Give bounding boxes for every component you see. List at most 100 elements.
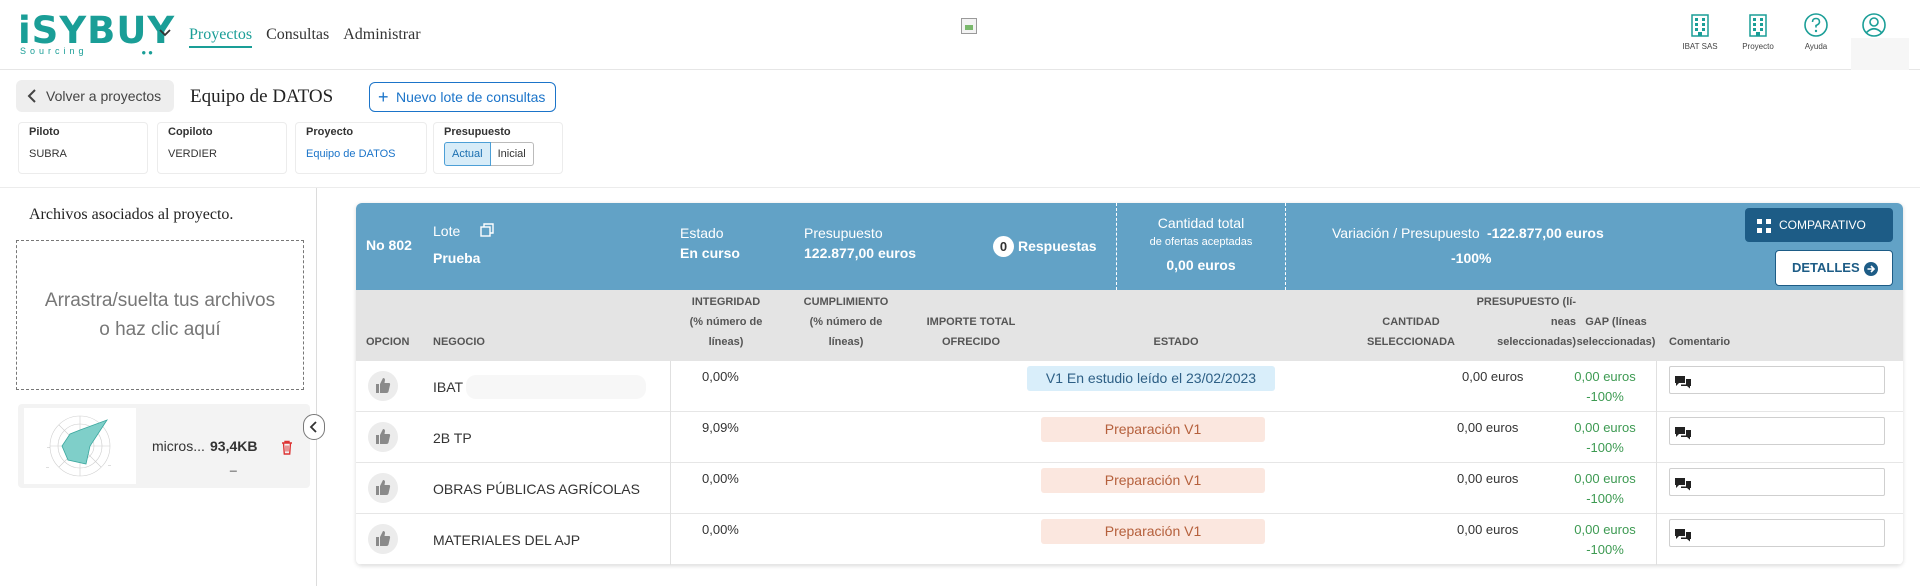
logo-subtitle: Sourcing bbox=[20, 46, 88, 56]
column-divider bbox=[670, 463, 671, 514]
comment-icon bbox=[1675, 376, 1691, 389]
cantidad-value: 0,00 euros bbox=[1166, 257, 1236, 273]
new-lot-button[interactable]: + Nuevo lote de consultas bbox=[369, 82, 556, 112]
arrow-right-circle-icon bbox=[1864, 262, 1878, 276]
file-dropzone[interactable]: Arrastra/suelta tus archivos o haz clic … bbox=[16, 240, 304, 390]
svg-text:—: — bbox=[47, 445, 50, 449]
detalles-button[interactable]: DETALLES bbox=[1775, 250, 1893, 286]
cantidad-label1: Cantidad total bbox=[1157, 215, 1245, 231]
file-size: 93,4KB bbox=[210, 438, 258, 454]
comparativo-label: COMPARATIVO bbox=[1779, 218, 1866, 232]
isybuy-logo[interactable]: iSYBUY Sourcing ●● bbox=[18, 9, 176, 58]
estado-label: Estado bbox=[680, 225, 724, 241]
integridad-value: 9,09% bbox=[702, 420, 739, 435]
presupuesto-value: 0,00 euros bbox=[1457, 471, 1519, 486]
detalles-label: DETALLES bbox=[1792, 260, 1860, 275]
th-cumplimiento-l1: CUMPLIMIENTO bbox=[803, 296, 889, 308]
column-divider bbox=[1656, 463, 1657, 514]
chevron-down-icon[interactable] bbox=[158, 26, 172, 40]
column-divider bbox=[670, 412, 671, 463]
proyecto-box: Proyecto Equipo de DATOS bbox=[295, 122, 427, 174]
piloto-box: Piloto SUBRA bbox=[18, 122, 148, 174]
th-cantidad-l1: CANTIDAD bbox=[1382, 316, 1440, 328]
gap-amount: 0,00 euros bbox=[1574, 471, 1636, 486]
select-option-button[interactable] bbox=[368, 473, 398, 503]
file-name: micros... bbox=[152, 438, 205, 454]
trash-icon[interactable] bbox=[280, 440, 294, 455]
project-title: Equipo de DATOS bbox=[190, 86, 334, 107]
back-to-projects-button[interactable]: Volver a proyectos bbox=[16, 80, 174, 112]
integridad-value: 0,00% bbox=[702, 522, 739, 537]
respuestas-label: Respuestas bbox=[1018, 238, 1097, 254]
proyecto-link[interactable]: Equipo de DATOS bbox=[306, 148, 416, 160]
presupuesto-header-value: 122.877,00 euros bbox=[804, 245, 917, 261]
radar-chart-thumbnail-icon: — — — bbox=[46, 415, 111, 477]
files-title: Archivos asociados al proyecto. bbox=[29, 206, 234, 223]
company-button[interactable]: IBAT SAS bbox=[1680, 10, 1720, 51]
gap-pct: -100% bbox=[1586, 491, 1624, 506]
project-button[interactable]: Proyecto bbox=[1738, 10, 1778, 51]
respuestas-count: 0 bbox=[993, 236, 1014, 257]
presupuesto-value: 0,00 euros bbox=[1462, 369, 1524, 384]
help-button[interactable]: Ayuda bbox=[1796, 10, 1836, 51]
column-divider bbox=[670, 514, 671, 565]
gap-pct: -100% bbox=[1586, 542, 1624, 557]
th-presupuesto-l2: neas bbox=[1550, 316, 1576, 328]
copy-icon[interactable] bbox=[480, 223, 494, 237]
redacted-text bbox=[466, 375, 646, 399]
file-card[interactable]: — — — micros... 93,4KB _ bbox=[18, 404, 310, 488]
budget-actual-option[interactable]: Actual bbox=[444, 142, 491, 166]
th-negocio: NEGOCIO bbox=[433, 336, 485, 348]
select-option-button[interactable] bbox=[368, 371, 398, 401]
th-importe-l2: OFRECIDO bbox=[941, 336, 1001, 348]
comment-input[interactable] bbox=[1669, 417, 1885, 445]
file-extra: _ bbox=[230, 458, 237, 472]
table-row: IBAT 0,00% V1 En estudio leído el 23/02/20… bbox=[356, 361, 1903, 412]
chevron-left-icon bbox=[27, 89, 36, 103]
gap-pct: -100% bbox=[1586, 440, 1624, 455]
th-importe-l1: IMPORTE TOTAL bbox=[926, 316, 1016, 328]
nav-administrar[interactable]: Administrar bbox=[343, 26, 420, 48]
negocio-name: MATERIALES DEL AJP bbox=[433, 532, 581, 548]
lote-label: Lote bbox=[433, 223, 461, 239]
table-row: 2B TP 9,09% Preparación V1 0,00 euros 0,00 e… bbox=[356, 412, 1903, 463]
gap-pct: -100% bbox=[1586, 389, 1624, 404]
comment-icon bbox=[1675, 529, 1691, 542]
comment-input[interactable] bbox=[1669, 519, 1885, 547]
select-option-button[interactable] bbox=[368, 524, 398, 554]
th-comentario: Comentario bbox=[1669, 336, 1731, 348]
help-label: Ayuda bbox=[1804, 42, 1828, 51]
th-opcion: OPCION bbox=[366, 336, 410, 348]
header-separator bbox=[1285, 203, 1286, 290]
piloto-value: SUBRA bbox=[29, 148, 67, 160]
new-lot-label: Nuevo lote de consultas bbox=[396, 89, 546, 105]
presupuesto-label: Presupuesto bbox=[444, 126, 511, 138]
nav-consultas[interactable]: Consultas bbox=[266, 26, 329, 48]
logo-text: iSYBUY bbox=[18, 9, 176, 52]
gap-value: 0,00 euros -100% bbox=[1565, 520, 1645, 560]
comment-input[interactable] bbox=[1669, 366, 1885, 394]
main-nav: Proyectos Consultas Administrar bbox=[189, 26, 421, 48]
variacion-pct: -100% bbox=[1451, 250, 1492, 266]
building-icon bbox=[1749, 14, 1767, 37]
comment-input[interactable] bbox=[1669, 468, 1885, 496]
select-option-button[interactable] bbox=[368, 422, 398, 452]
user-icon bbox=[1862, 13, 1886, 37]
thumbs-up-icon bbox=[376, 480, 391, 495]
nav-proyectos[interactable]: Proyectos bbox=[189, 26, 253, 48]
collapse-panel-button[interactable] bbox=[303, 414, 325, 440]
piloto-label: Piloto bbox=[29, 126, 60, 138]
budget-toggle: Actual Inicial bbox=[444, 142, 552, 166]
budget-inicial-option[interactable]: Inicial bbox=[490, 142, 534, 166]
negocio-name: 2B TP bbox=[433, 430, 472, 446]
th-presupuesto: PRESUPUESTO (lí- neas seleccionadas) bbox=[1456, 292, 1576, 352]
user-name-area bbox=[1851, 38, 1909, 70]
gap-amount: 0,00 euros bbox=[1574, 420, 1636, 435]
logo-dots: ●● bbox=[141, 48, 155, 57]
copiloto-value: VERDIER bbox=[168, 148, 217, 160]
thumbs-up-icon bbox=[376, 378, 391, 393]
broken-image-icon bbox=[961, 18, 977, 34]
integridad-value: 0,00% bbox=[702, 471, 739, 486]
th-cantidad: CANTIDAD SELECCIONADA bbox=[1356, 312, 1466, 352]
comparativo-button[interactable]: COMPARATIVO bbox=[1745, 208, 1893, 242]
